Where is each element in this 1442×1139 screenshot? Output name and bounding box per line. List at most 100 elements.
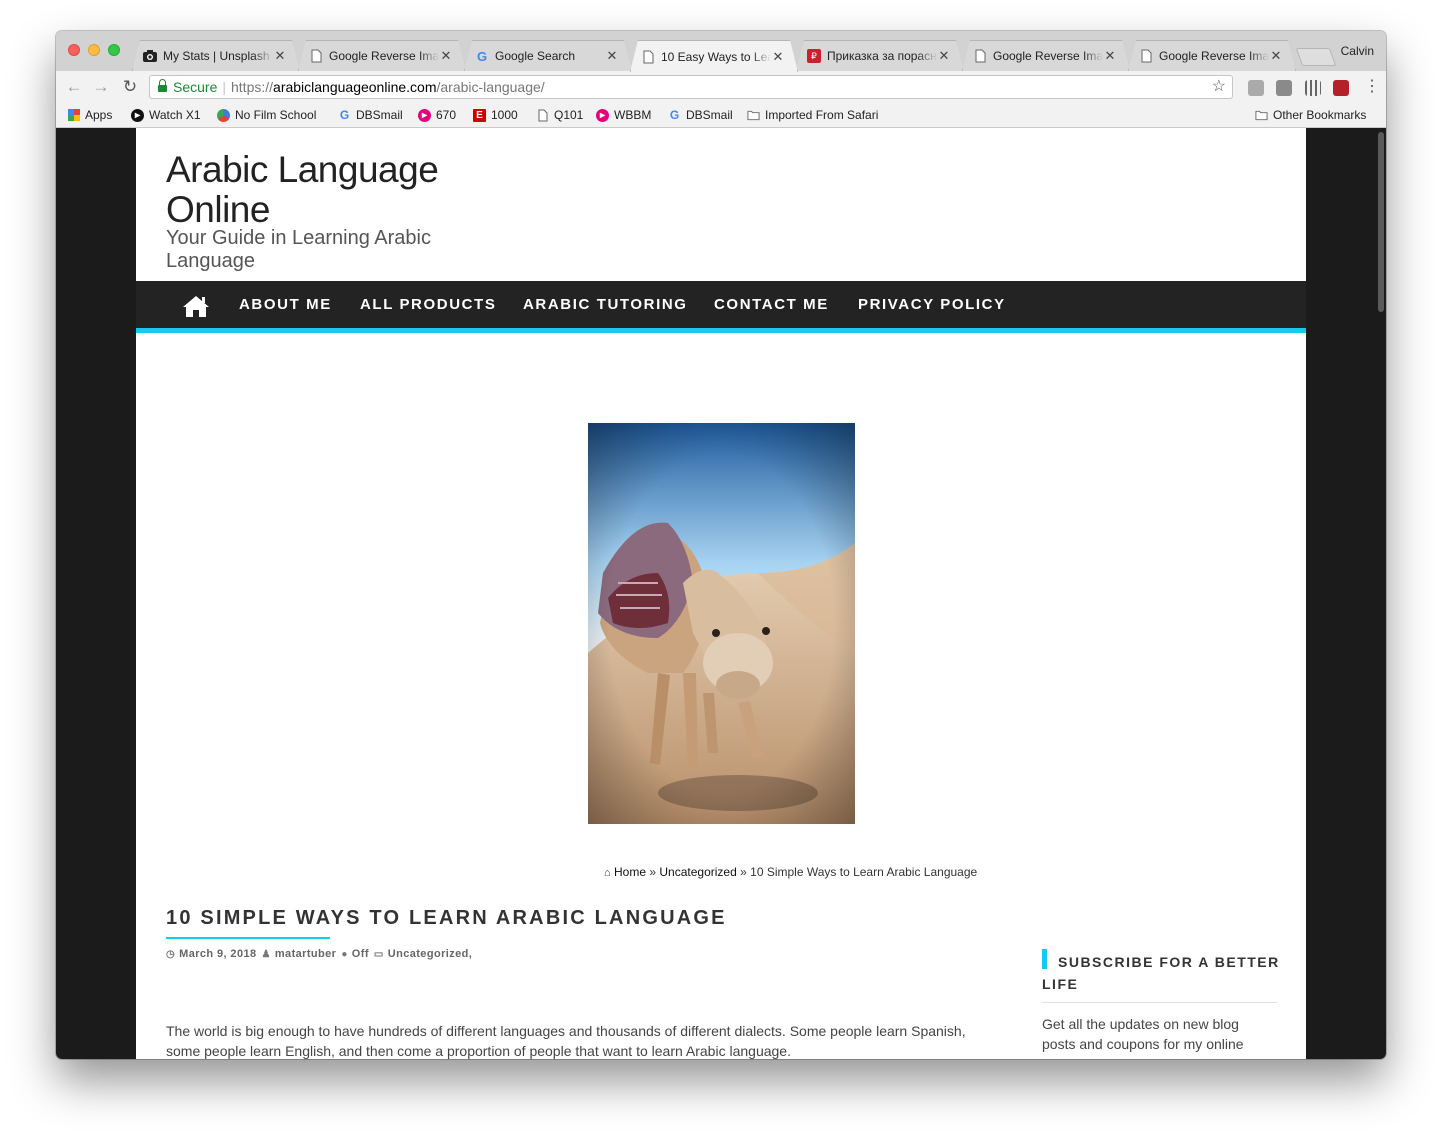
nofilmschool-icon <box>217 108 230 122</box>
browser-window: My Stats | Unsplash ✕ Google Reverse Ima… <box>56 31 1386 1059</box>
browser-tab[interactable]: Google Reverse Image Search ✕ <box>962 40 1130 71</box>
tab-title: Google Reverse Image Search <box>1159 49 1269 63</box>
tab-close-icon[interactable]: ✕ <box>273 48 287 64</box>
red-logo-icon: ₽ <box>807 49 821 63</box>
zoom-window-button[interactable] <box>108 44 120 56</box>
bookmark-star-icon[interactable]: ☆ <box>1212 76 1226 98</box>
breadcrumb-sep: » <box>649 865 657 879</box>
comment-icon: ● <box>341 948 348 960</box>
browser-tab[interactable]: G Google Search ✕ <box>464 40 632 71</box>
espn-icon: E <box>473 108 486 122</box>
bookmark-item[interactable]: Imported From Safari <box>747 108 878 122</box>
post-comments: Off <box>351 948 369 960</box>
tab-title: Приказка за порасналите <box>827 49 937 63</box>
google-icon: G <box>339 108 350 122</box>
tab-close-icon[interactable]: ✕ <box>605 48 619 64</box>
address-bar[interactable]: Secure | https://arabiclanguageonline.com/… <box>149 75 1233 99</box>
google-icon: G <box>669 108 680 122</box>
breadcrumb-sep: » <box>740 865 747 879</box>
tab-title: Google Search <box>495 49 576 63</box>
secure-label: Secure <box>173 79 218 95</box>
new-tab-button[interactable] <box>1295 48 1337 66</box>
tab-strip: My Stats | Unsplash ✕ Google Reverse Ima… <box>56 31 1386 71</box>
post-author[interactable]: matartuber <box>275 948 336 960</box>
nav-all-products[interactable]: ALL PRODUCTS <box>360 296 496 313</box>
tab-title: 10 Easy Ways to Learn Arabic <box>661 49 768 64</box>
bookmark-item[interactable]: Q101 <box>536 108 583 122</box>
browser-tab-active[interactable]: 10 Easy Ways to Learn Arabic ✕ <box>630 40 798 72</box>
back-arrow-icon[interactable]: ← <box>64 77 84 97</box>
extension-grid-icon[interactable] <box>1305 80 1321 96</box>
page-icon <box>973 49 987 63</box>
tab-title: Google Reverse Image Search <box>993 49 1103 63</box>
bookmark-item[interactable]: E 1000 <box>473 108 518 122</box>
browser-menu-icon[interactable]: ⋮ <box>1364 78 1380 96</box>
tab-close-icon[interactable]: ✕ <box>1269 48 1283 64</box>
extension-icon[interactable] <box>1248 80 1264 96</box>
bookmark-item[interactable]: G DBSmail <box>338 108 403 122</box>
other-bookmarks[interactable]: Other Bookmarks <box>1255 108 1366 122</box>
profile-name[interactable]: Calvin <box>1341 44 1374 58</box>
post-meta: ◷ March 9, 2018 ♟ matartuber ● Off ▭ Unc… <box>166 948 477 960</box>
url-scheme: https:// <box>231 79 274 95</box>
browser-tab[interactable]: ₽ Приказка за порасналите ✕ <box>796 40 964 71</box>
tab-close-icon[interactable]: ✕ <box>937 48 951 64</box>
forward-arrow-icon[interactable]: → <box>91 77 111 97</box>
browser-tab[interactable]: My Stats | Unsplash ✕ <box>132 40 300 71</box>
bookmark-item[interactable]: G DBSmail <box>668 108 733 122</box>
radio-play-icon: ▸ <box>418 108 431 122</box>
breadcrumb: ⌂ Home » Uncategorized » 10 Simple Ways … <box>604 865 977 879</box>
post-category[interactable]: Uncategorized, <box>388 948 472 960</box>
widget-divider <box>1042 1002 1277 1003</box>
page-viewport: Arabic Language Online Your Guide in Lea… <box>56 128 1386 1059</box>
home-small-icon: ⌂ <box>604 867 611 879</box>
camel-featured-image <box>588 423 855 824</box>
folder-open-icon: ▭ <box>373 948 384 960</box>
camera-icon <box>143 49 157 63</box>
site-title[interactable]: Arabic Language Online <box>166 150 486 230</box>
bookmark-item[interactable]: ▸ 670 <box>418 108 456 122</box>
tab-close-icon[interactable]: ✕ <box>771 49 785 65</box>
url-path: /arabic-language/ <box>436 79 545 95</box>
page-scrollbar[interactable] <box>1378 132 1384 312</box>
home-icon[interactable] <box>182 294 210 318</box>
extension-translate-icon[interactable] <box>1276 80 1292 96</box>
breadcrumb-home[interactable]: Home <box>614 865 646 879</box>
post-body: The world is big enough to have hundreds… <box>166 1023 966 1059</box>
browser-toolbar: ← → ↻ Secure | https://arabiclanguageonlin… <box>56 71 1386 103</box>
bookmark-item[interactable]: Apps <box>68 108 112 122</box>
reload-icon[interactable]: ↻ <box>120 77 140 97</box>
bookmark-item[interactable]: ▸ WBBM <box>596 108 651 122</box>
title-underline <box>166 937 330 939</box>
radio-play-icon: ▸ <box>596 108 609 122</box>
nav-about-me[interactable]: ABOUT ME <box>239 296 332 313</box>
minimize-window-button[interactable] <box>88 44 100 56</box>
page-icon <box>309 49 323 63</box>
lock-icon <box>158 79 167 92</box>
breadcrumb-category[interactable]: Uncategorized <box>659 865 736 879</box>
browser-tab[interactable]: Google Reverse Image Search ✕ <box>1128 40 1296 71</box>
subscribe-widget-title: SUBSCRIBE FOR A BETTER LIFE <box>1042 954 1280 992</box>
tab-close-icon[interactable]: ✕ <box>1103 48 1117 64</box>
tab-title: Google Reverse Image Search <box>329 49 439 63</box>
folder-icon <box>1255 109 1268 122</box>
breadcrumb-current: 10 Simple Ways to Learn Arabic Language <box>750 865 978 879</box>
nav-privacy-policy[interactable]: PRIVACY POLICY <box>858 296 1006 313</box>
post-date[interactable]: March 9, 2018 <box>179 948 256 960</box>
close-window-button[interactable] <box>68 44 80 56</box>
page-icon <box>536 109 549 122</box>
clock-icon: ◷ <box>166 948 176 960</box>
play-icon: ▸ <box>131 108 144 122</box>
nav-arabic-tutoring[interactable]: ARABIC TUTORING <box>523 296 688 313</box>
subscribe-widget-text: Get all the updates on new blog posts an… <box>1042 1016 1244 1052</box>
bookmark-item[interactable]: ▸ Watch X1 <box>131 108 201 122</box>
tab-close-icon[interactable]: ✕ <box>439 48 453 64</box>
bookmark-item[interactable]: No Film School <box>217 108 316 122</box>
bookmarks-bar: Apps ▸ Watch X1 No Film School G DBSmail… <box>56 103 1386 128</box>
nav-contact-me[interactable]: CONTACT ME <box>714 296 829 313</box>
post-title: 10 SIMPLE WAYS TO LEARN ARABIC LANGUAGE <box>166 907 727 929</box>
extension-shield-icon[interactable] <box>1333 80 1349 96</box>
page-icon <box>641 50 655 64</box>
site-page: Arabic Language Online Your Guide in Lea… <box>136 128 1306 1059</box>
browser-tab[interactable]: Google Reverse Image Search ✕ <box>298 40 466 71</box>
